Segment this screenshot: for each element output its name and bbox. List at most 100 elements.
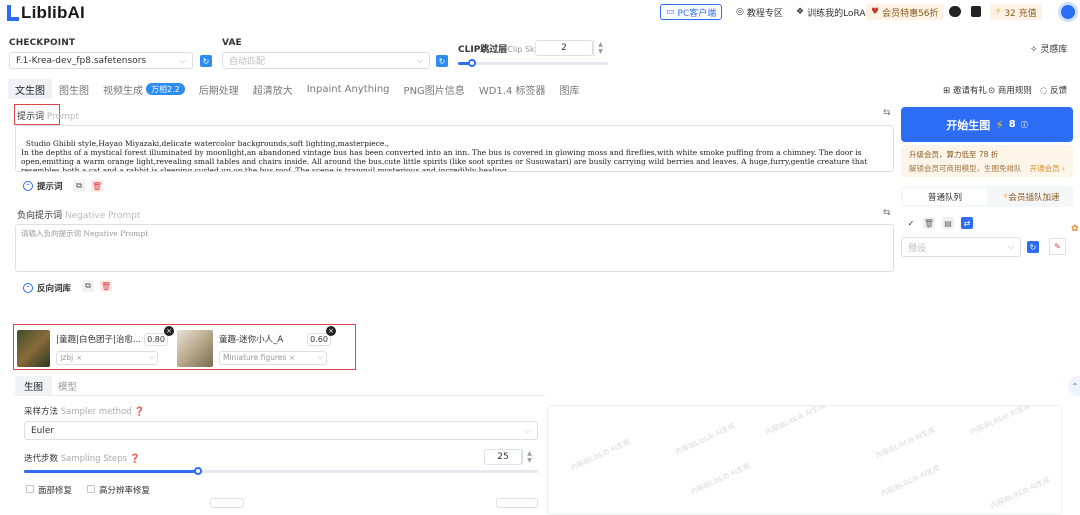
lora-remove-button[interactable]: × bbox=[164, 326, 174, 336]
clip-skip-knob[interactable] bbox=[468, 59, 476, 67]
negative-toolbar: ⌃ 反向词库 bbox=[23, 282, 71, 294]
tab-label: 后期处理 bbox=[198, 85, 239, 97]
feedback-icon: ◌ bbox=[1040, 86, 1048, 96]
invite-button[interactable]: ⊞ 邀请有礼 bbox=[943, 84, 987, 96]
info-icon: ⓘ bbox=[1020, 120, 1028, 129]
clip-skip-track[interactable] bbox=[458, 62, 608, 65]
feedback-button[interactable]: ◌ 反馈 bbox=[1040, 84, 1067, 96]
tab-video[interactable]: 视频生成 万相2.2 bbox=[96, 79, 192, 99]
negative-toolbar-label[interactable]: 反向词库 bbox=[37, 282, 71, 294]
tab-png-info[interactable]: PNG图片信息 bbox=[397, 79, 472, 99]
trash-icon[interactable]: 🗑 bbox=[100, 280, 112, 292]
chevron-down-icon: ⌵ bbox=[416, 56, 423, 65]
trash-icon[interactable]: 🗑 bbox=[91, 180, 103, 192]
trash-icon[interactable]: 🗑 bbox=[923, 217, 935, 229]
steps-input[interactable]: 25 bbox=[484, 449, 522, 465]
steps-label-en: Sampling Steps bbox=[60, 454, 127, 464]
tab-text-to-image[interactable]: 文生图 bbox=[8, 79, 52, 99]
lora-icon: ❖ bbox=[796, 7, 805, 17]
gallery-icon[interactable] bbox=[971, 6, 981, 17]
translate-icon[interactable]: ⇆ bbox=[883, 208, 891, 218]
hires-input[interactable] bbox=[210, 498, 244, 508]
tab-image-to-image[interactable]: 图生图 bbox=[52, 79, 96, 99]
chevron-up-circle-icon[interactable]: ⌃ bbox=[23, 283, 33, 293]
tab-label: WD1.4 标签器 bbox=[478, 85, 546, 97]
preset-refresh-button[interactable]: ↻ bbox=[1027, 241, 1039, 253]
lora-tag-select[interactable]: Miniature figures × ⌵ bbox=[219, 350, 327, 365]
negative-textarea[interactable]: 请输入负向提示词 Negative Prompt bbox=[15, 224, 894, 272]
compass-icon: ◎ bbox=[736, 7, 744, 17]
copy-icon[interactable]: ⧉ bbox=[82, 280, 94, 292]
hires-checkbox[interactable] bbox=[87, 485, 95, 493]
upgrade-banner: 升级会员，算力低至 78 折 解锁会员可商用模型，生图免排队 开通会员 › bbox=[901, 145, 1073, 177]
upgrade-text: 升级会员，算力低至 78 折 bbox=[909, 150, 999, 159]
translate-icon[interactable]: ⇆ bbox=[883, 108, 891, 118]
clip-skip-input[interactable]: 2 bbox=[535, 40, 593, 56]
checkpoint-refresh-button[interactable]: ↻ bbox=[200, 55, 212, 67]
help-icon[interactable]: ❓ bbox=[134, 407, 145, 417]
inspiration-button[interactable]: ✧ 灵感库 bbox=[1030, 42, 1067, 55]
upgrade-link[interactable]: 开通会员 › bbox=[1030, 163, 1065, 174]
tab-label: PNG图片信息 bbox=[403, 85, 465, 97]
queue-member-button[interactable]: ⚡ 会员插队加速 bbox=[989, 191, 1073, 203]
tab-upscale[interactable]: 超清放大 bbox=[246, 79, 300, 99]
help-icon[interactable]: ❓ bbox=[130, 454, 141, 464]
recharge-button[interactable]: ⚡ 32 充值 bbox=[990, 4, 1042, 20]
copy-icon[interactable]: ⧉ bbox=[73, 180, 85, 192]
top-bar: LiblibAI ▭ PC客户端 ◎ 教程专区 ❖ 训练我的LoRA ♥ 会员特… bbox=[0, 0, 1080, 26]
generate-button[interactable]: 开始生图 ⚡ 8 ⓘ bbox=[901, 107, 1073, 142]
vae-placeholder: 自动匹配 bbox=[229, 57, 266, 67]
logo-text: LiblibAI bbox=[21, 3, 85, 22]
tutorial-button[interactable]: ◎ 教程专区 bbox=[731, 4, 788, 20]
document-icon[interactable]: ▤ bbox=[942, 217, 954, 229]
member-button[interactable]: ♥ 会员特惠56折 bbox=[866, 4, 944, 20]
rules-button[interactable]: ⊙ 商用规则 bbox=[988, 84, 1032, 96]
sampler-select[interactable]: Euler ⌵ bbox=[24, 421, 538, 440]
steps-stepper[interactable]: ▲ ▼ bbox=[522, 449, 536, 465]
lora-card-1[interactable]: |童趣|白色团子|治愈... 0.80 jzbj × ⌵ bbox=[17, 330, 168, 367]
face-fix-checkbox[interactable] bbox=[26, 485, 34, 493]
tab-wd-tagger[interactable]: WD1.4 标签器 bbox=[472, 79, 553, 99]
vae-select[interactable]: 自动匹配 ⌵ bbox=[222, 52, 430, 69]
sampler-label: 采样方法 Sampler method ❓ bbox=[24, 405, 145, 417]
tab-inpaint[interactable]: Inpaint Anything bbox=[300, 79, 397, 99]
chevron-up-circle-icon[interactable]: ⌃ bbox=[23, 181, 33, 191]
preview-area: 内容由LibLib AI生成 内容由LibLib AI生成 内容由LibLib … bbox=[547, 405, 1062, 515]
side-tool-icon[interactable]: ✿ bbox=[1071, 224, 1079, 234]
lora-remove-button[interactable]: × bbox=[326, 326, 336, 336]
pc-client-button[interactable]: ▭ PC客户端 bbox=[660, 4, 723, 20]
scroll-top-button[interactable]: ⌃ bbox=[1068, 376, 1080, 396]
sampler-label-cn: 采样方法 bbox=[24, 407, 59, 417]
extra-input[interactable] bbox=[496, 498, 538, 508]
sampler-label-en: Sampler method bbox=[60, 407, 132, 417]
close-icon[interactable]: × bbox=[76, 354, 82, 362]
lora-card-2[interactable]: 童趣-迷你小人_A 0.60 Miniature figures × ⌵ bbox=[177, 330, 331, 367]
steps-knob[interactable] bbox=[194, 467, 202, 475]
sparkle-icon: ✧ bbox=[1030, 45, 1038, 55]
tab-generate[interactable]: 生图 bbox=[15, 376, 53, 395]
chat-icon[interactable] bbox=[949, 6, 961, 17]
tab-label: 文生图 bbox=[15, 85, 45, 97]
swap-icon[interactable]: ⇄ bbox=[961, 217, 973, 229]
checkpoint-select[interactable]: F.1-Krea-dev_fp8.safetensors ⌵ bbox=[9, 52, 193, 69]
tab-model[interactable]: 模型 bbox=[52, 376, 83, 395]
prompt-textarea[interactable]: Studio Ghibli style,Hayao Miyazaki,delic… bbox=[15, 125, 894, 172]
train-lora-button[interactable]: ❖ 训练我的LoRA bbox=[791, 4, 871, 20]
lora-tag-select[interactable]: jzbj × ⌵ bbox=[56, 350, 159, 365]
close-icon[interactable]: × bbox=[289, 354, 295, 362]
preset-placeholder: 预设 bbox=[908, 243, 927, 254]
checkpoint-label: CHECKPOINT bbox=[9, 38, 76, 48]
logo[interactable]: LiblibAI bbox=[7, 3, 85, 23]
check-icon[interactable]: ✓ bbox=[905, 217, 917, 229]
steps-label-cn: 迭代步数 bbox=[24, 454, 59, 464]
tab-postprocess[interactable]: 后期处理 bbox=[192, 79, 246, 99]
avatar[interactable] bbox=[1058, 2, 1078, 22]
queue-normal-button[interactable]: 普通队列 bbox=[903, 188, 987, 205]
tab-gallery[interactable]: 图库 bbox=[552, 79, 586, 99]
preset-edit-button[interactable]: ✎ bbox=[1049, 238, 1066, 255]
clip-skip-stepper[interactable]: ▲ ▼ bbox=[593, 40, 607, 56]
preset-select[interactable]: 预设 ⌵ bbox=[901, 237, 1021, 257]
vae-refresh-button[interactable]: ↻ bbox=[436, 55, 448, 67]
negative-placeholder: 请输入负向提示词 Negative Prompt bbox=[21, 229, 149, 238]
prompt-toolbar-label[interactable]: 提示词 bbox=[37, 180, 63, 192]
